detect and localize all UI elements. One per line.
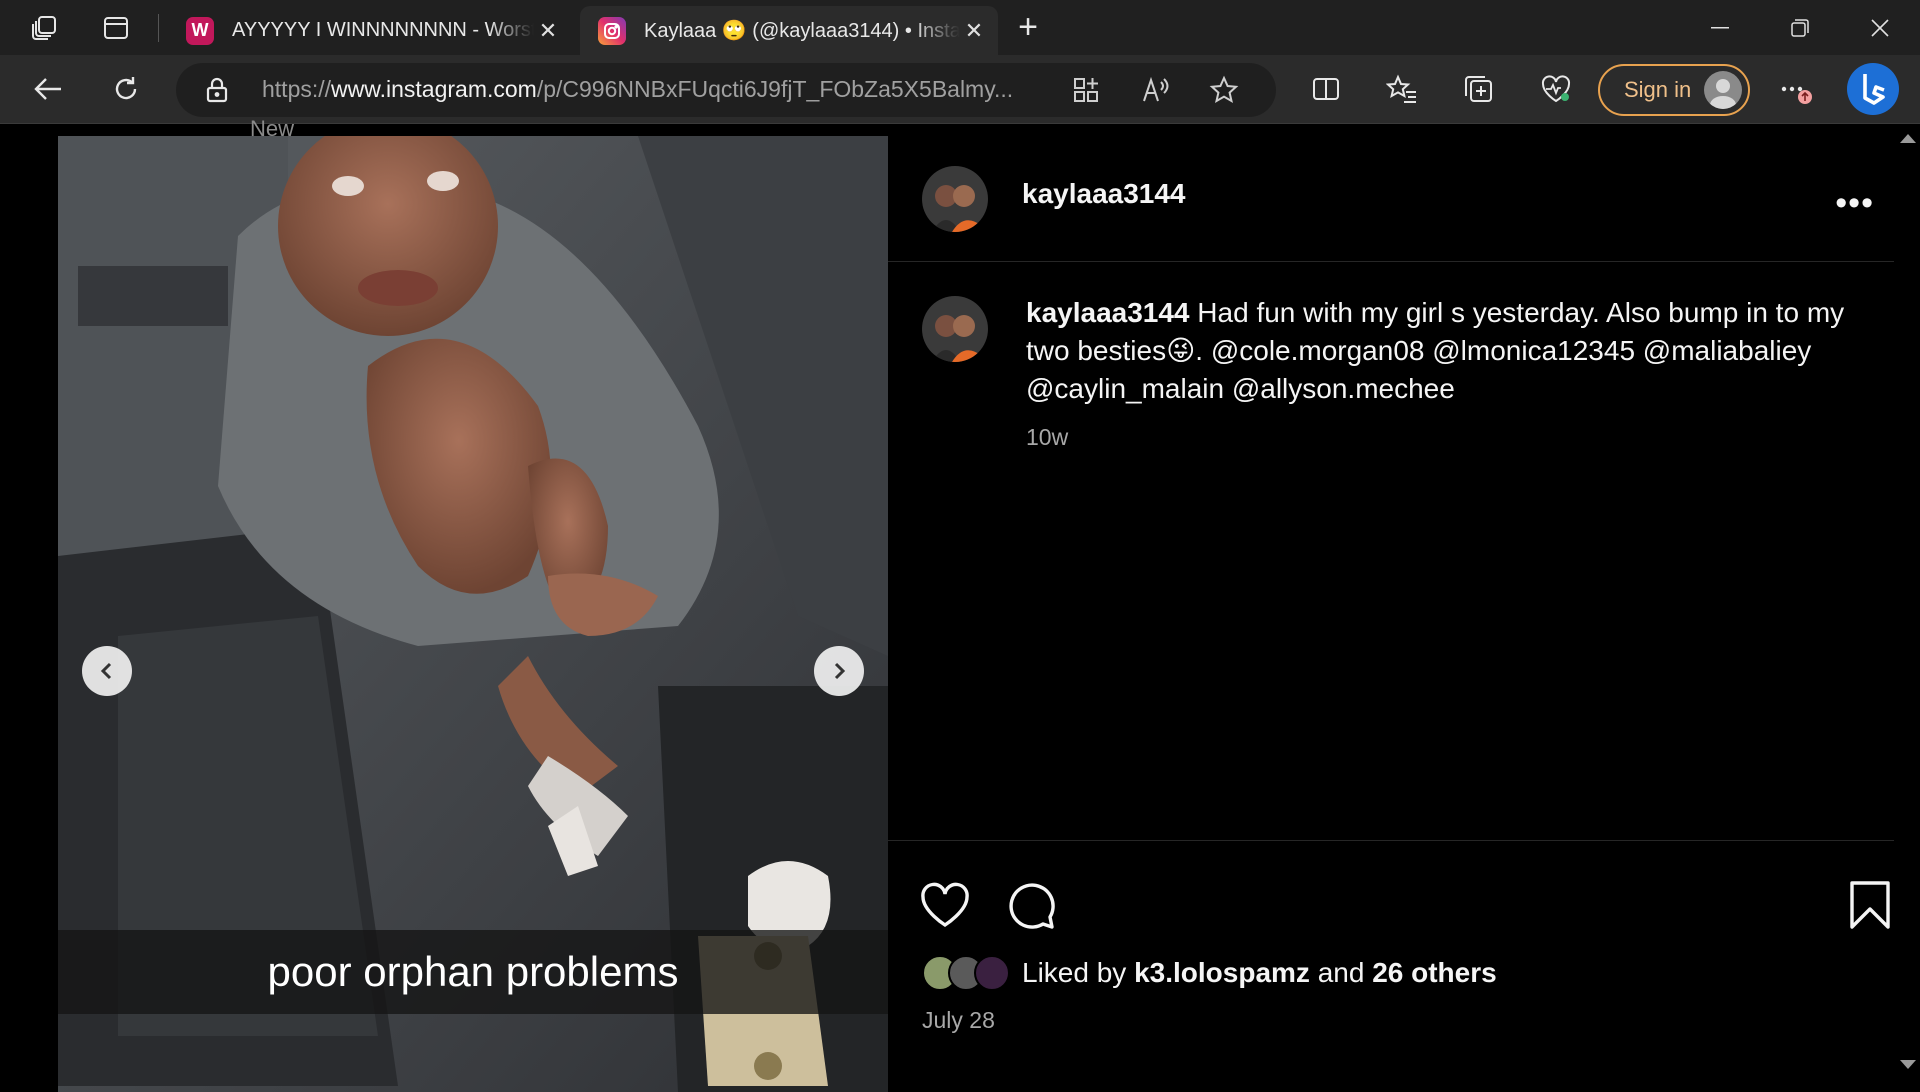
collections-icon[interactable] <box>1456 69 1500 109</box>
refresh-icon[interactable] <box>104 69 148 109</box>
navigation-bar: https://www.instagram.com/p/C996NNBxFUqc… <box>0 55 1920 124</box>
app-available-icon[interactable] <box>1068 73 1104 107</box>
tab-separator <box>158 14 159 42</box>
post-photo: poor orphan problems <box>58 136 888 1092</box>
read-aloud-icon[interactable] <box>1138 73 1174 107</box>
carousel-next-button[interactable] <box>814 646 864 696</box>
close-window-icon[interactable] <box>1854 10 1906 46</box>
lock-icon[interactable] <box>206 77 228 108</box>
post-caption: kaylaaa3144 Had fun with my girl s yeste… <box>1026 294 1846 408</box>
page-scrollbar[interactable] <box>1896 124 1920 1080</box>
minimize-icon[interactable] <box>1694 10 1746 46</box>
favorite-star-icon[interactable] <box>1206 73 1242 107</box>
new-tab-button[interactable]: + <box>1010 10 1046 44</box>
comment-bubble-icon[interactable] <box>1004 879 1058 933</box>
tab-title: Kaylaaa 🙄 (@kaylaaa3144) • Instagram <box>644 20 960 42</box>
sign-in-button[interactable]: Sign in <box>1598 64 1750 116</box>
tab-actions-icon[interactable] <box>98 12 134 44</box>
post-details-panel: kaylaaa3144 ••• kaylaaa3144 Had fun with… <box>888 124 1894 1080</box>
close-tab-icon[interactable]: ✕ <box>960 17 988 45</box>
post-header: kaylaaa3144 ••• <box>888 124 1894 262</box>
instagram-favicon-icon <box>598 16 626 45</box>
author-username[interactable]: kaylaaa3144 <box>1022 178 1186 210</box>
settings-more-icon[interactable] <box>1774 69 1818 109</box>
favorites-icon[interactable] <box>1380 69 1424 109</box>
caption-username[interactable]: kaylaaa3144 <box>1026 297 1190 328</box>
profile-avatar-icon <box>1704 71 1742 109</box>
author-avatar[interactable] <box>922 166 988 232</box>
browser-essentials-icon[interactable] <box>1534 69 1578 109</box>
scroll-up-icon[interactable] <box>1900 134 1916 143</box>
workspaces-icon[interactable] <box>26 12 62 44</box>
comment-avatar[interactable] <box>922 296 988 362</box>
liked-by-others[interactable]: 26 others <box>1372 957 1497 988</box>
tab-instagram[interactable]: Kaylaaa 🙄 (@kaylaaa3144) • Instagram ✕ <box>580 6 998 55</box>
split-screen-icon[interactable] <box>1304 69 1348 109</box>
back-arrow-icon[interactable] <box>26 69 70 109</box>
url-text[interactable]: https://www.instagram.com/p/C996NNBxFUqc… <box>262 76 1052 103</box>
worstgen-favicon-icon: W <box>186 16 214 45</box>
page-content: poor orphan problems New kaylaaa3144 •••… <box>0 116 1920 1092</box>
image-caption-band: poor orphan problems <box>58 930 888 1014</box>
liked-by-user[interactable]: k3.lolospamz <box>1134 957 1310 988</box>
close-tab-icon[interactable]: ✕ <box>534 17 562 45</box>
liker-avatar <box>974 955 1010 991</box>
more-options-icon[interactable]: ••• <box>1835 184 1874 223</box>
like-heart-icon[interactable] <box>918 879 972 933</box>
new-label: New <box>250 116 295 141</box>
scroll-down-icon[interactable] <box>1900 1060 1916 1069</box>
post-actions: Liked by k3.lolospamz and 26 others July… <box>888 840 1894 1080</box>
copilot-icon[interactable] <box>1846 62 1900 116</box>
tab-worstgen[interactable]: W AYYYYY I WINNNNNNNN - Worst ✕ <box>168 6 572 55</box>
tab-bar: W AYYYYY I WINNNNNNNN - Worst ✕ Kaylaaa … <box>0 0 1920 55</box>
carousel-prev-button[interactable] <box>82 646 132 696</box>
caption-time-ago[interactable]: 10w <box>1026 424 1068 451</box>
restore-icon[interactable] <box>1774 10 1826 46</box>
tab-title: AYYYYY I WINNNNNNNN - Worst <box>232 19 534 41</box>
bookmark-icon[interactable] <box>1848 879 1892 933</box>
post-date[interactable]: July 28 <box>922 1007 995 1034</box>
image-caption-text: poor orphan problems <box>267 948 679 995</box>
liked-by-text: Liked by k3.lolospamz and 26 others <box>1022 957 1497 988</box>
address-bar[interactable]: https://www.instagram.com/p/C996NNBxFUqc… <box>176 63 1276 117</box>
likes-summary: Liked by k3.lolospamz and 26 others <box>922 955 1497 991</box>
sign-in-label: Sign in <box>1624 77 1692 102</box>
